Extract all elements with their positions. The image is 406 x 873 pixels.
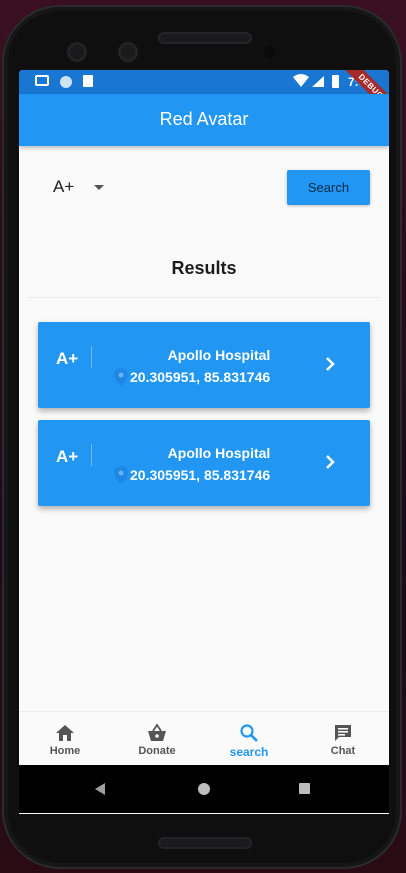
- hospital-name: Apollo Hospital: [167, 445, 271, 461]
- divider: [27, 297, 381, 298]
- home-icon: [56, 725, 74, 741]
- search-icon: [240, 724, 258, 742]
- recents-icon[interactable]: [299, 783, 310, 794]
- earpiece-speaker: [158, 32, 252, 44]
- app-bar: Red Avatar: [19, 94, 389, 146]
- front-camera-secondary: [118, 42, 138, 62]
- blood-group-dropdown[interactable]: A+: [53, 177, 105, 197]
- chevron-right-icon[interactable]: [324, 454, 336, 470]
- search-button[interactable]: Search: [287, 170, 370, 205]
- system-navigation-bar: [19, 765, 389, 813]
- nav-label-home: Home: [49, 745, 81, 757]
- coords-row: 20.305951, 85.831746: [114, 466, 270, 484]
- dropdown-arrow-icon: [94, 184, 105, 190]
- hospital-name: Apollo Hospital: [167, 347, 271, 363]
- results-heading: Results: [171, 258, 237, 278]
- basket-icon: [148, 723, 166, 741]
- front-camera: [67, 42, 87, 62]
- sd-card-icon: [83, 75, 93, 87]
- nav-item-donate[interactable]: Donate: [111, 712, 203, 766]
- nav-label-chat: Chat: [330, 745, 356, 757]
- card-divider: [91, 346, 92, 368]
- result-card[interactable]: A+ Apollo Hospital 20.305951, 85.831746: [38, 322, 370, 408]
- card-blood-group: A+: [56, 447, 79, 466]
- nav-label-search: search: [229, 745, 269, 759]
- bottom-speaker: [158, 837, 252, 849]
- status-bar: 7:45 DEBUG: [19, 70, 389, 120]
- nav-label-donate: Donate: [138, 745, 176, 757]
- app-screen: 7:45 DEBUG Red Avatar A+ Search Results …: [19, 70, 389, 814]
- proximity-sensor: [264, 46, 276, 58]
- nav-item-home[interactable]: Home: [19, 712, 111, 766]
- blood-group-value: A+: [53, 177, 75, 196]
- card-divider: [91, 444, 92, 466]
- nav-item-search[interactable]: search: [203, 712, 295, 766]
- hospital-coords: 20.305951, 85.831746: [130, 467, 271, 483]
- signal-icon: [312, 76, 324, 87]
- chat-icon: [335, 725, 351, 741]
- card-blood-group: A+: [56, 349, 79, 368]
- location-pin-icon: [114, 466, 128, 484]
- bottom-navigation: Home Donate search Chat: [19, 711, 389, 766]
- gmail-icon: [35, 75, 49, 86]
- coords-row: 20.305951, 85.831746: [114, 368, 270, 386]
- sync-icon: [60, 76, 72, 88]
- app-title: Red Avatar: [159, 109, 249, 129]
- location-pin-icon: [114, 368, 128, 386]
- chevron-right-icon[interactable]: [324, 356, 336, 372]
- home-button-icon[interactable]: [198, 783, 210, 795]
- back-icon[interactable]: [95, 783, 105, 795]
- battery-icon: [332, 75, 339, 88]
- hospital-coords: 20.305951, 85.831746: [130, 369, 271, 385]
- result-card[interactable]: A+ Apollo Hospital 20.305951, 85.831746: [38, 420, 370, 506]
- wifi-icon: [293, 74, 309, 87]
- nav-item-chat[interactable]: Chat: [297, 712, 389, 766]
